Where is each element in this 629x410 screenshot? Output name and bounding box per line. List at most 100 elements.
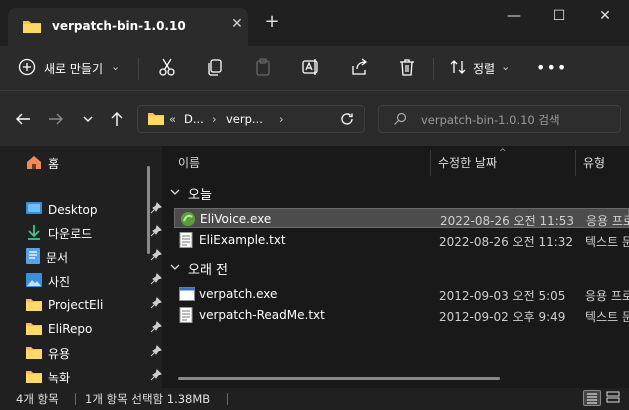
column-divider[interactable] (575, 150, 576, 176)
file-modified: 2012-09-03 오전 5:05 (439, 289, 566, 303)
sidebar-item-pictures[interactable]: 사진 (26, 271, 162, 291)
column-divider[interactable] (430, 150, 431, 176)
close-tab-icon[interactable]: ✕ (230, 17, 244, 31)
plus-circle-icon (18, 58, 36, 79)
folder-icon (26, 321, 42, 338)
status-bar: 4개 항목 1개 항목 선택함 1.38MB (0, 388, 629, 410)
file-row[interactable]: verpatch.exe 2012-09-03 오전 5:05 응용 프로그램 (174, 284, 629, 304)
file-modified: 2012-09-02 오후 9:49 (439, 310, 566, 324)
tiles-view-icon[interactable] (605, 390, 623, 406)
group-label: 오래 전 (188, 263, 229, 278)
chevron-down-icon (170, 186, 180, 201)
address-bar[interactable]: « D... › verp... › (137, 105, 365, 133)
file-name: EliVoice.exe (200, 212, 272, 226)
sort-ascending-icon: ^ (499, 148, 507, 158)
sidebar-item-home[interactable]: 홈 (26, 153, 144, 173)
file-row[interactable]: EliExample.txt 2022-08-26 오전 11:32 텍스트 문… (174, 230, 629, 250)
folder-icon (26, 345, 42, 362)
group-header-today[interactable]: 오늘 (170, 184, 212, 203)
maximize-button[interactable]: ☐ (544, 8, 574, 26)
title-bar: verpatch-bin-1.0.10 ✕ + — ☐ ✕ (0, 0, 629, 46)
sidebar-item-label: 녹화 (48, 370, 71, 385)
recent-locations-chevron-icon[interactable] (79, 110, 97, 128)
more-options-button[interactable]: ••• (536, 58, 567, 77)
file-type: 텍스트 문서 (585, 235, 629, 249)
breadcrumb-separator: › (212, 112, 217, 126)
navigation-pane: 홈 Desktop 다운로드 문서 사진 ProjectEli EliRepo … (0, 146, 162, 388)
sidebar-item-label: 사진 (48, 274, 71, 289)
divider (433, 58, 434, 80)
tab-verpatch[interactable]: verpatch-bin-1.0.10 ✕ (8, 8, 248, 46)
new-tab-button[interactable]: + (262, 13, 282, 33)
breadcrumb-overflow[interactable]: « (169, 112, 176, 126)
breadcrumb-segment[interactable]: D... (184, 112, 204, 126)
navigation-bar: « D... › verp... › verpatch-bin-1.0.10 검… (0, 90, 629, 146)
file-modified: 2022-08-26 오전 11:53 (440, 214, 575, 228)
breadcrumb-segment[interactable]: verp... (226, 112, 263, 126)
divider (227, 393, 228, 405)
rename-icon[interactable] (301, 57, 323, 79)
paste-icon[interactable] (253, 57, 275, 79)
chevron-down-icon: ⌄ (501, 59, 511, 73)
breadcrumb-separator: › (279, 112, 284, 126)
sidebar-item-label: ProjectEli (48, 298, 104, 312)
chevron-down-icon (170, 261, 180, 276)
close-window-button[interactable]: ✕ (590, 8, 620, 26)
file-name: verpatch-ReadMe.txt (199, 308, 325, 322)
search-icon (393, 112, 407, 129)
share-icon[interactable] (349, 57, 371, 79)
column-header-type[interactable]: 유형 (583, 154, 605, 171)
exe-icon (179, 286, 195, 302)
app-icon (180, 211, 196, 227)
sidebar-item-label: 유용 (48, 346, 71, 361)
search-placeholder: verpatch-bin-1.0.10 검색 (421, 113, 560, 127)
copy-icon[interactable] (205, 57, 227, 79)
cut-icon[interactable] (157, 57, 179, 79)
file-list: 이름 수정한 날짜 ^ 유형 오늘 EliVoice.exe 2022-08-2… (162, 146, 629, 388)
sidebar-item-downloads[interactable]: 다운로드 (26, 223, 162, 243)
home-icon (26, 154, 42, 173)
sidebar-item-recordings[interactable]: 녹화 (26, 367, 162, 387)
desktop-icon (26, 201, 42, 219)
divider (138, 58, 139, 80)
search-box[interactable]: verpatch-bin-1.0.10 검색 (378, 105, 621, 133)
selection-info: 1개 항목 선택함 1.38MB (85, 392, 211, 406)
column-header-name[interactable]: 이름 (178, 154, 200, 171)
file-name: verpatch.exe (199, 287, 278, 301)
folder-icon (147, 111, 165, 129)
sidebar-item-label: 다운로드 (48, 226, 93, 241)
sidebar-item-elirepo[interactable]: EliRepo (26, 319, 162, 339)
sidebar-item-label: 홈 (48, 156, 60, 171)
column-header-modified[interactable]: 수정한 날짜 (438, 154, 497, 171)
forward-arrow-icon[interactable] (47, 110, 65, 128)
minimize-button[interactable]: — (499, 8, 529, 26)
sidebar-item-documents[interactable]: 문서 (26, 247, 162, 267)
details-view-icon[interactable] (583, 390, 601, 406)
sidebar-item-label: EliRepo (48, 322, 93, 336)
text-file-icon (179, 307, 195, 323)
sidebar-scrollbar[interactable] (147, 166, 150, 254)
sidebar-item-projecteli[interactable]: ProjectEli (26, 295, 162, 315)
up-arrow-icon[interactable] (108, 110, 126, 128)
chevron-down-icon: ⌄ (111, 59, 121, 73)
file-type: 응용 프로그램 (586, 214, 629, 228)
file-row[interactable]: EliVoice.exe 2022-08-26 오전 11:53 응용 프로그램 (174, 208, 629, 228)
group-header-long-ago[interactable]: 오래 전 (170, 259, 228, 278)
new-button[interactable]: 새로 만들기 ⌄ (18, 56, 120, 80)
sidebar-item-label: Desktop (48, 203, 98, 217)
sidebar-item-useful[interactable]: 유용 (26, 343, 162, 363)
horizontal-scrollbar[interactable] (178, 377, 500, 380)
folder-icon (22, 18, 42, 37)
sidebar-item-desktop[interactable]: Desktop (26, 200, 162, 220)
sort-label: 정렬 (473, 61, 496, 76)
file-row[interactable]: verpatch-ReadMe.txt 2012-09-02 오후 9:49 텍… (174, 305, 629, 325)
divider (75, 393, 76, 405)
back-arrow-icon[interactable] (14, 110, 32, 128)
group-label: 오늘 (188, 188, 212, 203)
folder-icon (26, 369, 42, 386)
item-count: 4개 항목 (16, 392, 59, 406)
sort-button[interactable]: 정렬 ⌄ (449, 56, 510, 80)
delete-icon[interactable] (397, 57, 419, 79)
refresh-icon[interactable] (340, 112, 354, 129)
file-name: EliExample.txt (199, 233, 286, 247)
